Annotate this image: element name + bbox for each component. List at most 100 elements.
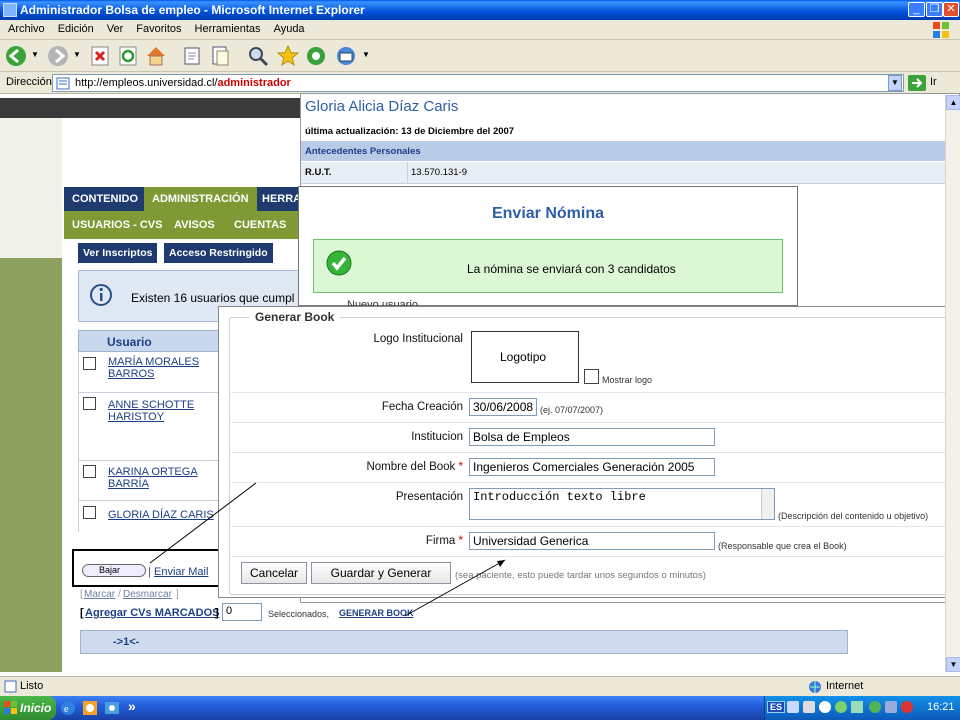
nombre-row: Nombre del Book * Ingenieros Comerciales… (231, 453, 949, 483)
vertical-scrollbar[interactable]: ▲ ▼ (945, 95, 960, 672)
user-icon[interactable] (819, 701, 831, 713)
user-checkbox[interactable] (83, 506, 96, 519)
language-indicator[interactable]: ES (767, 701, 786, 713)
wait-hint: (sea paciente, esto puede tardar unos se… (455, 570, 706, 581)
alert-icon[interactable] (901, 701, 913, 713)
user-checkbox[interactable] (83, 357, 96, 370)
textarea-scrollbar[interactable] (761, 489, 774, 519)
institucion-row: Institucion Bolsa de Empleos (231, 423, 949, 453)
agregar-cvs-link[interactable]: Agregar CVs MARCADOS (85, 607, 219, 619)
network-icon[interactable] (787, 701, 799, 713)
user-link[interactable]: MARÍA MORALES BARROS (108, 356, 208, 380)
logo-placeholder[interactable]: Logotipo (471, 331, 579, 383)
close-icon[interactable]: ✕ (943, 2, 959, 17)
status-text: Listo (20, 680, 44, 692)
home-icon[interactable] (144, 44, 168, 68)
menu-edicion[interactable]: Edición (50, 20, 99, 35)
nombre-input[interactable]: Ingenieros Comerciales Generación 2005 (469, 458, 715, 476)
refresh-icon[interactable] (116, 44, 140, 68)
mail-icon[interactable] (334, 44, 358, 68)
nav-administracion[interactable]: ADMINISTRACIÓN (144, 187, 257, 211)
menu-favoritos[interactable]: Favoritos (128, 20, 186, 35)
logo-label: Logo Institucional (373, 333, 463, 345)
shield-icon[interactable] (835, 701, 847, 713)
nomina-title: Enviar Nómina (491, 205, 605, 222)
generar-book-link[interactable]: GENERAR BOOK (339, 608, 414, 618)
pager-current[interactable]: ->1<- (113, 636, 139, 648)
enviar-mail-link[interactable]: Enviar Mail (154, 566, 208, 578)
user-checkbox[interactable] (83, 465, 96, 478)
forward-dropdown-icon[interactable]: ▼ (73, 50, 81, 59)
fecha-hint: (ej. 07/07/2007) (540, 405, 604, 415)
user-link[interactable]: ANNE SCHOTTE HARISTOY (108, 399, 208, 423)
outlook-quicklaunch-icon[interactable] (104, 700, 120, 716)
back-icon[interactable] (4, 44, 28, 68)
success-text: La nómina se enviará con 3 candidatos (467, 262, 676, 276)
menu-ver[interactable]: Ver (99, 20, 129, 35)
presentacion-textarea[interactable]: Introducción texto libre (469, 488, 775, 520)
main-nav: CONTENIDO ADMINISTRACIÓN HERRA (64, 187, 304, 211)
fecha-row: Fecha Creación 30/06/2008 (ej. 07/07/200… (231, 393, 949, 423)
ie-quicklaunch-icon[interactable]: e (60, 700, 76, 716)
print-preview-icon[interactable] (180, 44, 204, 68)
subnav-usuarios-cvs[interactable]: USUARIOS - CVS (72, 219, 162, 231)
fecha-input[interactable]: 30/06/2008 (469, 398, 537, 416)
window-title: Administrador Bolsa de empleo - Microsof… (20, 3, 365, 17)
address-input[interactable]: http://empleos.universidad.cl/administra… (52, 74, 904, 92)
media-quicklaunch-icon[interactable] (82, 700, 98, 716)
window-titlebar: Administrador Bolsa de empleo - Microsof… (0, 0, 960, 20)
stop-icon[interactable] (88, 44, 112, 68)
minimize-icon[interactable]: _ (908, 2, 925, 17)
info-text: Existen 16 usuarios que cumpl (131, 291, 295, 305)
user-link[interactable]: KARINA ORTEGA BARRÍA (108, 466, 208, 490)
back-dropdown-icon[interactable]: ▼ (31, 50, 39, 59)
firma-input[interactable]: Universidad Generica (469, 532, 715, 550)
ver-inscriptos-button[interactable]: Ver Inscriptos (78, 243, 158, 263)
user-checkbox[interactable] (83, 397, 96, 410)
bajar-button[interactable]: Bajar (82, 564, 146, 577)
media-icon[interactable] (304, 44, 328, 68)
address-bar: Dirección http://empleos.universidad.cl/… (0, 72, 960, 94)
nombre-label: Nombre del Book * (231, 461, 463, 473)
maximize-icon[interactable]: ❐ (926, 2, 943, 17)
cancel-button[interactable]: Cancelar (241, 562, 307, 584)
guardar-generar-button[interactable]: Guardar y Generar (311, 562, 451, 584)
menu-herramientas[interactable]: Herramientas (187, 20, 266, 35)
go-button[interactable]: Ir (930, 76, 937, 88)
start-button[interactable]: Inicio (0, 696, 56, 720)
search-icon[interactable] (246, 44, 270, 68)
required-mark: * (458, 461, 463, 473)
menu-ayuda[interactable]: Ayuda (266, 20, 310, 35)
address-dropdown-icon[interactable]: ▼ (888, 75, 902, 91)
usb-icon[interactable] (851, 701, 863, 713)
acceso-restringido-button[interactable]: Acceso Restringido (164, 243, 273, 263)
subnav-avisos[interactable]: AVISOS (174, 219, 215, 231)
rut-label: R.U.T. (305, 167, 332, 178)
pager-bar: ->1<- (80, 630, 848, 654)
display-icon[interactable] (803, 701, 815, 713)
institucion-input[interactable]: Bolsa de Empleos (469, 428, 715, 446)
marcar-link[interactable]: Marcar (84, 589, 115, 600)
scroll-up-icon[interactable]: ▲ (946, 95, 960, 110)
selected-count-input[interactable]: 0 (222, 603, 262, 621)
edit-page-icon[interactable] (208, 44, 232, 68)
favorites-star-icon[interactable] (276, 44, 300, 68)
subnav-cuentas[interactable]: CUENTAS (234, 219, 286, 231)
menu-bar: Archivo Edición Ver Favoritos Herramientas Ay… (0, 20, 960, 40)
forward-icon[interactable] (46, 44, 70, 68)
mostrar-logo-checkbox[interactable] (584, 369, 599, 384)
desmarcar-link[interactable]: Desmarcar (123, 589, 172, 600)
go-arrow-icon[interactable] (908, 75, 926, 91)
antivirus-icon[interactable] (869, 701, 881, 713)
bracket-open: [ (80, 589, 83, 600)
quicklaunch-more[interactable]: » (128, 698, 136, 714)
presentacion-label: Presentación (395, 491, 463, 503)
volume-icon[interactable] (885, 701, 897, 713)
menu-archivo[interactable]: Archivo (0, 20, 50, 35)
nav-contenido[interactable]: CONTENIDO (64, 187, 146, 211)
mail-dropdown-icon[interactable]: ▼ (362, 50, 370, 59)
scroll-down-icon[interactable]: ▼ (946, 657, 960, 672)
column-usuario[interactable]: Usuario (107, 335, 152, 349)
slash-separator: / (118, 589, 121, 600)
user-link[interactable]: GLORIA DÍAZ CARIS (108, 509, 218, 521)
